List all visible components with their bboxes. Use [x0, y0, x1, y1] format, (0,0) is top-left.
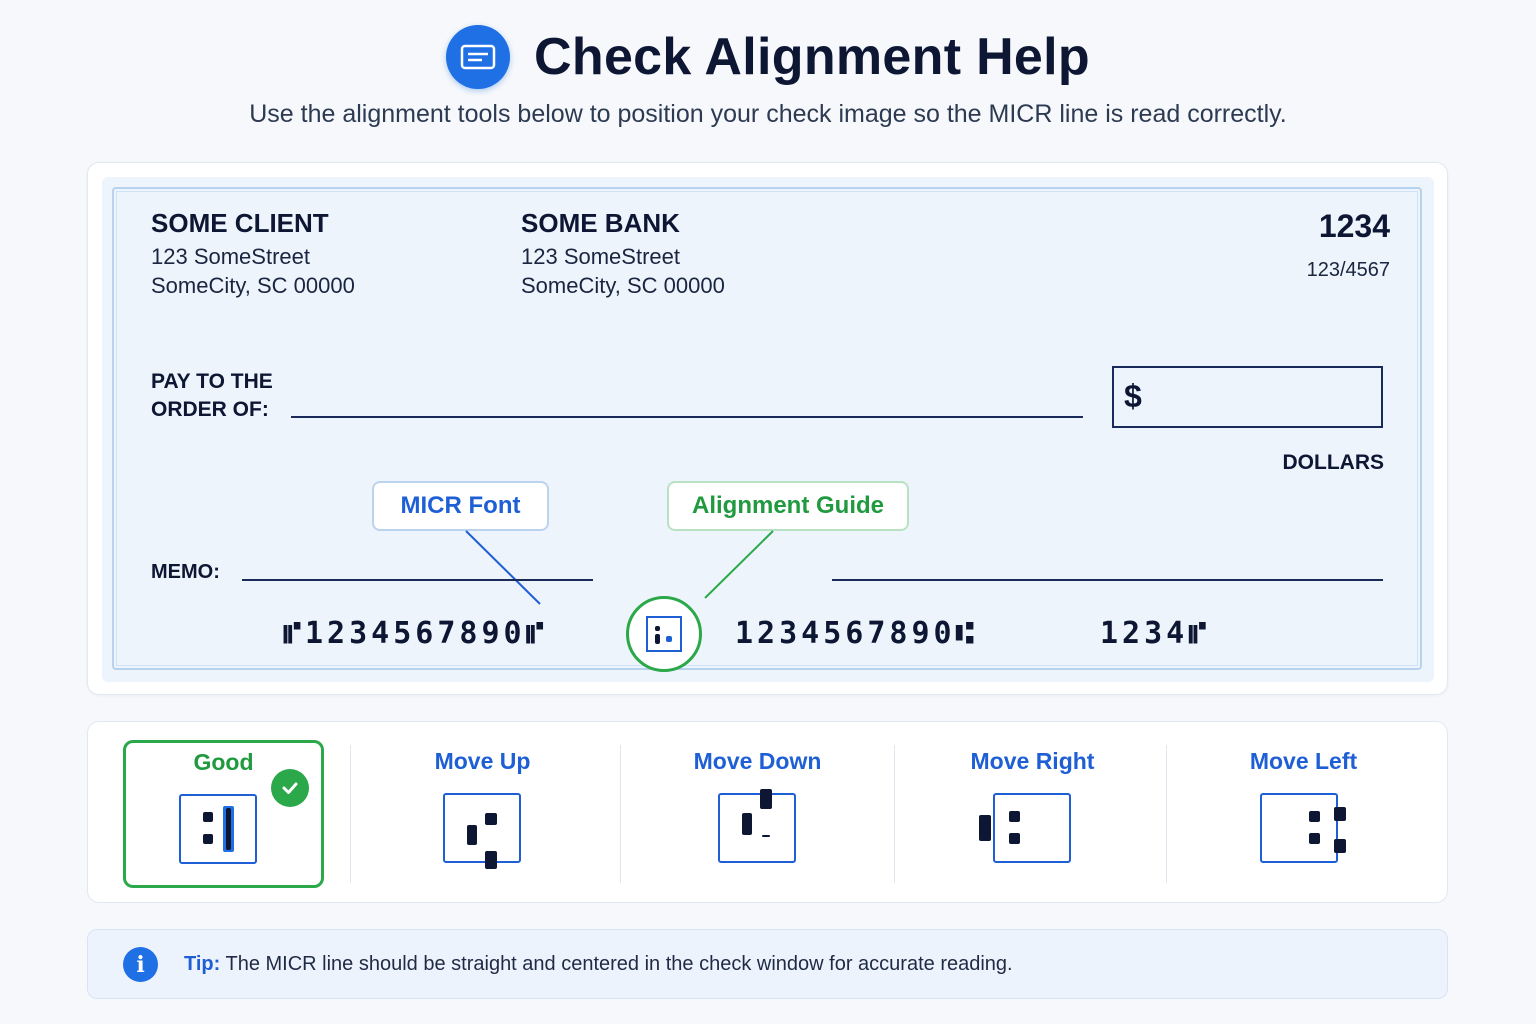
option-move-up[interactable]: Move Up [380, 740, 585, 888]
option-move-down-label: Move Down [693, 748, 822, 774]
option-move-right[interactable]: Move Right [930, 740, 1135, 888]
aligned-icon [179, 794, 257, 864]
option-move-left-label: Move Left [1249, 748, 1358, 774]
tip-banner: i Tip: The MICR line should be straight … [87, 929, 1448, 999]
micr-font-leader [465, 530, 541, 605]
move-left-icon [1260, 793, 1346, 863]
tip-label: Tip: [184, 953, 221, 975]
option-divider [620, 745, 621, 883]
option-divider [350, 745, 351, 883]
micr-check-number: 1234⑈ [1100, 616, 1211, 651]
option-divider [1166, 745, 1167, 883]
option-move-right-label: Move Right [970, 748, 1095, 774]
option-good[interactable]: Good [123, 740, 324, 888]
tip-text: Tip: The MICR line should be straight an… [184, 953, 1013, 976]
move-up-icon [443, 793, 521, 869]
alignment-guide-icon [646, 616, 682, 652]
option-divider [894, 745, 895, 883]
option-move-up-label: Move Up [434, 748, 531, 774]
info-icon: i [123, 947, 158, 982]
memo-label: MEMO: [151, 561, 220, 583]
option-move-left[interactable]: Move Left [1201, 740, 1406, 888]
move-down-icon [718, 789, 796, 863]
memo-line [242, 579, 593, 581]
alignment-guide-leader [704, 530, 774, 599]
tip-message: The MICR line should be straight and cen… [220, 953, 1013, 975]
move-right-icon [979, 793, 1071, 863]
signature-line [832, 579, 1383, 581]
option-move-down[interactable]: Move Down [655, 740, 860, 888]
alignment-guide-marker[interactable] [626, 596, 702, 672]
check-badge-icon [271, 769, 309, 807]
micr-routing-number: ⑈1234567890⑈ [283, 616, 548, 651]
micr-account-number: 1234567890⑆ [735, 616, 978, 651]
